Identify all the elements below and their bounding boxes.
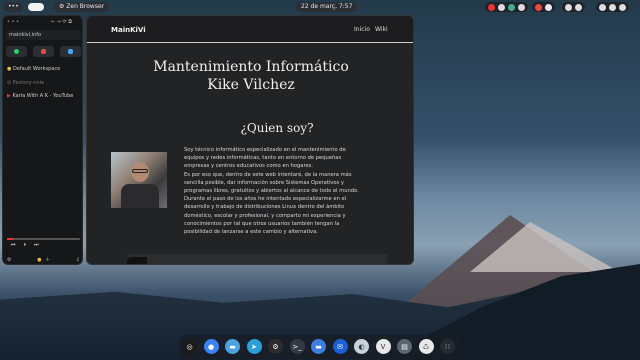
workspace-label[interactable]: ● Default Workspace	[7, 66, 60, 72]
files-icon[interactable]: ▬	[225, 339, 240, 354]
printer-icon[interactable]: ▤	[397, 339, 412, 354]
browser-window: MainKiVi Inicio Wiki Mantenimiento Infor…	[86, 15, 414, 265]
volume-icon[interactable]	[609, 3, 616, 11]
screen-icon[interactable]	[565, 3, 572, 11]
sidebar-footer: ⚙ ● ＋ ⇩	[7, 256, 80, 263]
workspace-icon: ●	[7, 66, 12, 72]
alert-icon[interactable]	[535, 3, 542, 11]
appearance-icon[interactable]: ◐	[354, 339, 369, 354]
essentials-label: ⊘ Fesiony-nnie	[7, 80, 45, 86]
bio-text: Soy técnico informático especializado en…	[184, 147, 359, 236]
wallpaper-snowcap	[470, 222, 620, 272]
app-grid-icon[interactable]: ∷	[440, 339, 455, 354]
extension-icon	[41, 49, 46, 54]
download-icon[interactable]: ⇩	[76, 257, 80, 263]
workspace-dots[interactable]: •••	[3, 2, 23, 12]
tray-apps[interactable]	[485, 2, 528, 12]
tray-status[interactable]	[532, 2, 555, 12]
tab-item[interactable]: ▶ Karla With A K - YouTube	[7, 93, 73, 99]
site-brand[interactable]: MainKiVi	[111, 26, 146, 34]
site-navbar: MainKiVi Inicio Wiki	[87, 16, 413, 43]
display-icon[interactable]	[575, 3, 582, 11]
wifi-icon[interactable]	[545, 3, 552, 11]
record-icon[interactable]	[488, 3, 495, 11]
add-workspace-icon[interactable]: ＋	[45, 257, 50, 263]
trash-icon[interactable]: ♺	[418, 339, 434, 354]
battery-icon[interactable]	[599, 3, 606, 11]
nav-link-inicio[interactable]: Inicio	[354, 26, 370, 33]
tray-power[interactable]	[596, 2, 629, 12]
terminal-icon[interactable]: >_	[289, 339, 305, 354]
cloud-icon[interactable]	[518, 3, 525, 11]
clock[interactable]: 22 de març, 7:57	[296, 2, 358, 12]
chromium-icon[interactable]: ●	[203, 339, 219, 354]
active-app-button[interactable]: ⚙ Zen Browser	[54, 2, 110, 12]
app-tray-icon[interactable]	[498, 3, 505, 11]
telegram-icon[interactable]: ➤	[246, 339, 262, 354]
mail-icon[interactable]: ✉	[332, 339, 348, 354]
hero-title-line2: Kike Vilchez	[207, 77, 295, 93]
youtube-icon: ▶	[7, 93, 11, 99]
media-progress-fill	[7, 238, 13, 240]
hero-title-line1: Mantenimiento Informático	[153, 59, 349, 75]
settings-icon[interactable]: ⚙	[268, 339, 283, 354]
status-dot-icon: ●	[37, 257, 42, 263]
nav-link-wiki[interactable]: Wiki	[375, 26, 388, 33]
power-icon[interactable]	[619, 3, 626, 11]
settings-icon[interactable]: ⚙	[7, 257, 11, 263]
vivaldi-icon[interactable]: V	[375, 339, 391, 354]
extension-button[interactable]	[33, 46, 54, 57]
tray-system[interactable]	[562, 2, 585, 12]
messages-icon	[68, 49, 73, 54]
next-icon[interactable]: ⏭	[34, 242, 39, 248]
url-bar[interactable]: mainkivi.info	[6, 30, 81, 40]
pause-icon[interactable]: ⏸	[23, 242, 26, 248]
network-icon[interactable]	[508, 3, 515, 11]
top-panel: ••• ⚙ Zen Browser 22 de març, 7:57	[0, 0, 640, 14]
whatsapp-icon	[14, 49, 19, 54]
browser-sidebar: • • • ← → ⟳ ⧉ mainkivi.info ● Default Wo…	[2, 15, 83, 265]
folder-icon[interactable]: ▬	[311, 339, 326, 354]
window-controls[interactable]: • • •	[7, 19, 19, 25]
previous-icon[interactable]: ⏮	[11, 242, 16, 248]
nav-buttons[interactable]: ← → ⟳ ⧉	[51, 19, 72, 25]
next-section-preview	[127, 254, 387, 264]
messages-button[interactable]	[60, 46, 81, 57]
section-title: ¿Quien soy?	[240, 121, 314, 135]
workspace-indicator[interactable]	[28, 3, 44, 11]
media-progress[interactable]	[7, 238, 80, 240]
media-controls[interactable]: ⏮ ⏸ ⏭	[11, 242, 38, 248]
profile-photo	[111, 152, 167, 208]
url-text: mainkivi.info	[9, 32, 42, 38]
launcher-icon[interactable]: ◎	[182, 339, 197, 354]
pin-icon: ⊘	[7, 80, 12, 86]
dock: ◎ ● ▬ ➤ ⚙ >_ ▬ ✉ ◐ V ▤ ♺ ∷	[178, 335, 462, 359]
whatsapp-button[interactable]	[6, 46, 27, 57]
